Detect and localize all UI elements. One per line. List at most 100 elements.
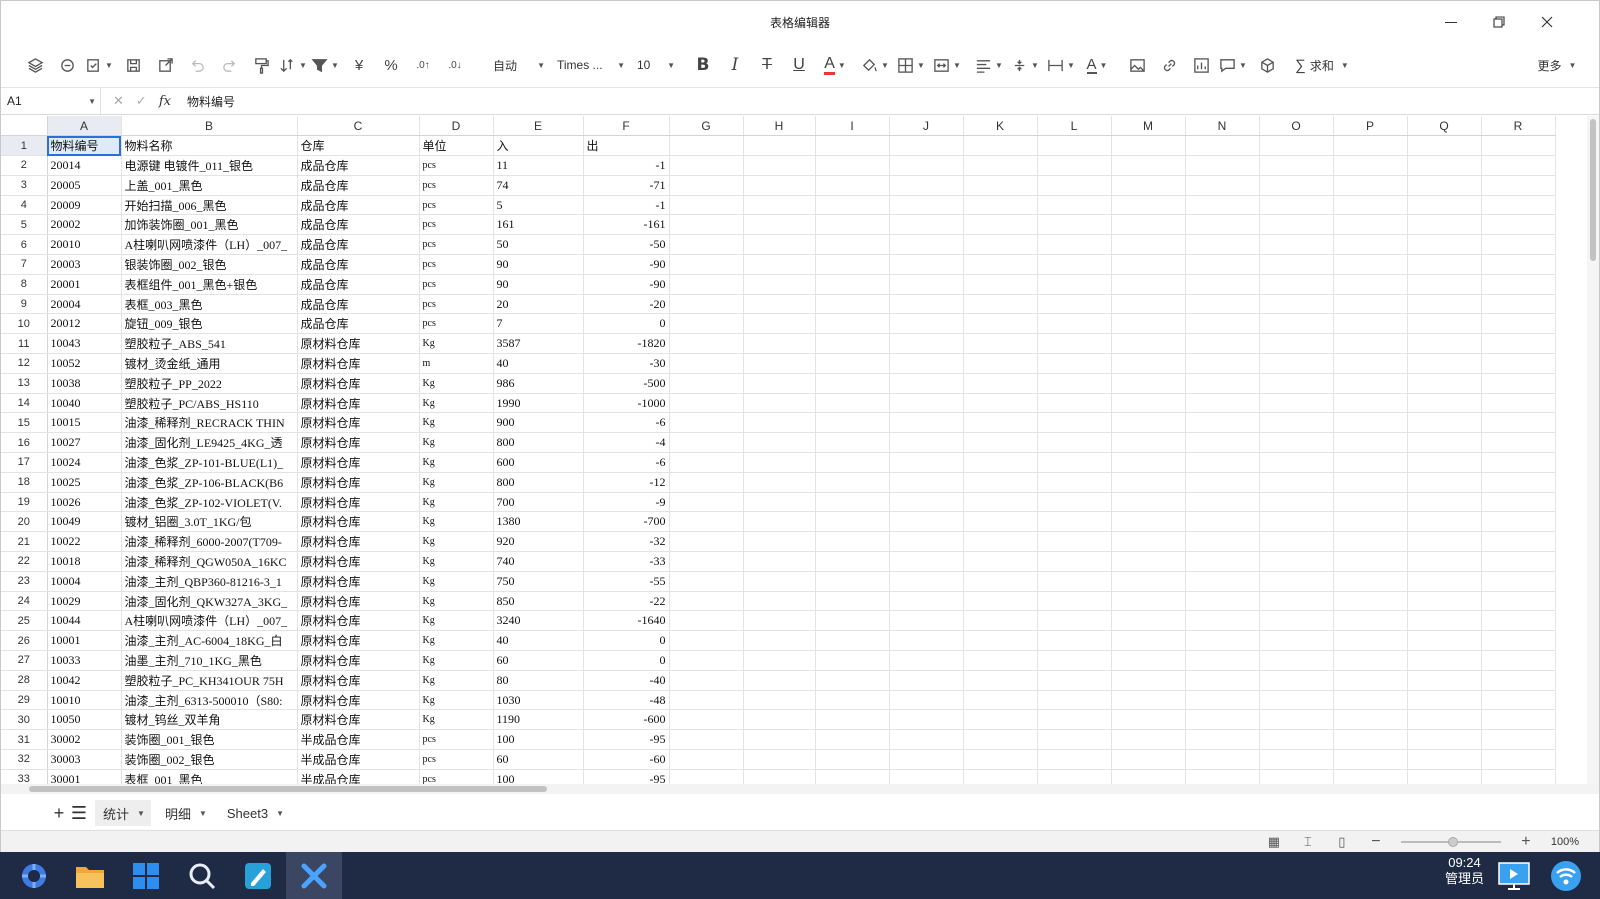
cell[interactable] [1333,769,1408,784]
cell[interactable] [1037,571,1112,592]
cell[interactable] [669,333,744,355]
cell[interactable]: 10015 [47,412,122,434]
cell[interactable] [1333,412,1408,434]
cell[interactable]: 850 [493,591,584,612]
cell[interactable] [815,432,890,454]
cell[interactable] [1037,254,1112,275]
cell[interactable] [743,294,816,315]
cell[interactable]: 仓库 [297,135,420,157]
cell[interactable]: -33 [583,551,670,572]
cell[interactable] [1037,472,1112,493]
cell[interactable] [1333,492,1408,513]
cell[interactable] [1333,531,1408,553]
cell[interactable]: 原材料仓库 [297,373,420,394]
cell[interactable] [815,175,890,196]
cell[interactable]: Kg [419,472,494,493]
cell[interactable]: pcs [419,155,494,176]
cell[interactable]: Kg [419,551,494,572]
cell[interactable] [1111,294,1186,315]
cell[interactable]: 20009 [47,195,122,216]
cell[interactable]: 30002 [47,729,122,750]
cell[interactable] [889,175,964,196]
row-header[interactable]: 18 [1,472,48,493]
cell[interactable] [1037,492,1112,513]
sheet-tab-3[interactable]: Sheet3 ▼ [219,800,290,826]
cell[interactable] [1407,393,1482,414]
vertical-scroll-thumb[interactable] [1590,119,1596,261]
cell[interactable]: 10044 [47,610,122,632]
cell[interactable]: -50 [583,234,670,256]
row-header[interactable]: 2 [1,155,48,176]
cell[interactable] [1333,432,1408,454]
cell[interactable] [1111,571,1186,592]
cell[interactable]: Kg [419,670,494,691]
column-header[interactable]: I [815,116,890,137]
cell[interactable] [815,393,890,414]
cell[interactable]: -32 [583,531,670,553]
cell[interactable] [815,729,890,750]
cell[interactable] [815,670,890,691]
cell[interactable]: pcs [419,749,494,770]
cell[interactable]: 20005 [47,175,122,196]
cell[interactable]: 10022 [47,531,122,553]
cell[interactable] [669,749,744,770]
cell[interactable] [1333,175,1408,196]
cell[interactable] [669,591,744,612]
cell[interactable]: 20 [493,294,584,315]
cell[interactable]: 60 [493,749,584,770]
cell[interactable]: Kg [419,709,494,731]
cell[interactable] [1259,729,1334,750]
cell[interactable]: 油漆_色浆_ZP-106-BLACK(B6 [121,472,298,493]
cell[interactable] [1111,729,1186,750]
cell[interactable] [963,531,1038,553]
cell[interactable] [1259,234,1334,256]
cell[interactable] [889,650,964,671]
cell[interactable] [1481,135,1556,157]
cell[interactable]: m [419,353,494,374]
cell[interactable]: 750 [493,571,584,592]
cell[interactable] [889,749,964,770]
cell[interactable] [1407,155,1482,176]
cell[interactable]: 10027 [47,432,122,454]
column-header[interactable]: E [493,116,584,137]
cell[interactable]: -48 [583,690,670,711]
cell[interactable] [1333,571,1408,592]
cell[interactable]: 10029 [47,591,122,612]
cell[interactable] [1185,769,1260,784]
cell[interactable] [1333,511,1408,533]
percent-button[interactable]: % [377,51,405,79]
cell[interactable]: 油漆_稀释剂_6000-2007(T709- [121,531,298,553]
cell[interactable] [1111,452,1186,473]
cell[interactable]: 30001 [47,769,122,784]
cell[interactable]: 10038 [47,373,122,394]
cell[interactable] [743,551,816,572]
cell[interactable] [1259,769,1334,784]
cell[interactable]: 原材料仓库 [297,472,420,493]
cell[interactable]: -22 [583,591,670,612]
cell[interactable] [1259,373,1334,394]
cell[interactable] [963,135,1038,157]
cell[interactable] [1333,254,1408,275]
cell[interactable]: 40 [493,630,584,652]
cell[interactable] [815,254,890,275]
cell[interactable] [1407,769,1482,784]
cell[interactable] [889,492,964,513]
cell[interactable] [889,452,964,473]
cell[interactable] [1407,511,1482,533]
cell[interactable]: 10040 [47,393,122,414]
cell[interactable]: 入 [493,135,584,157]
cell[interactable] [669,214,744,236]
cell[interactable]: 原材料仓库 [297,709,420,731]
cell[interactable] [1037,412,1112,434]
cell[interactable] [1333,452,1408,473]
cell[interactable]: 成品仓库 [297,313,420,335]
cell[interactable] [669,373,744,394]
cell[interactable] [1407,412,1482,434]
cell[interactable] [1111,709,1186,731]
row-header[interactable]: 21 [1,531,48,553]
cell[interactable]: -95 [583,729,670,750]
sum-button[interactable]: ∑ 求和 ▼ [1293,51,1351,79]
cell[interactable]: 镀材_烫金纸_通用 [121,353,298,374]
cell[interactable] [743,155,816,176]
cell[interactable] [1185,571,1260,592]
